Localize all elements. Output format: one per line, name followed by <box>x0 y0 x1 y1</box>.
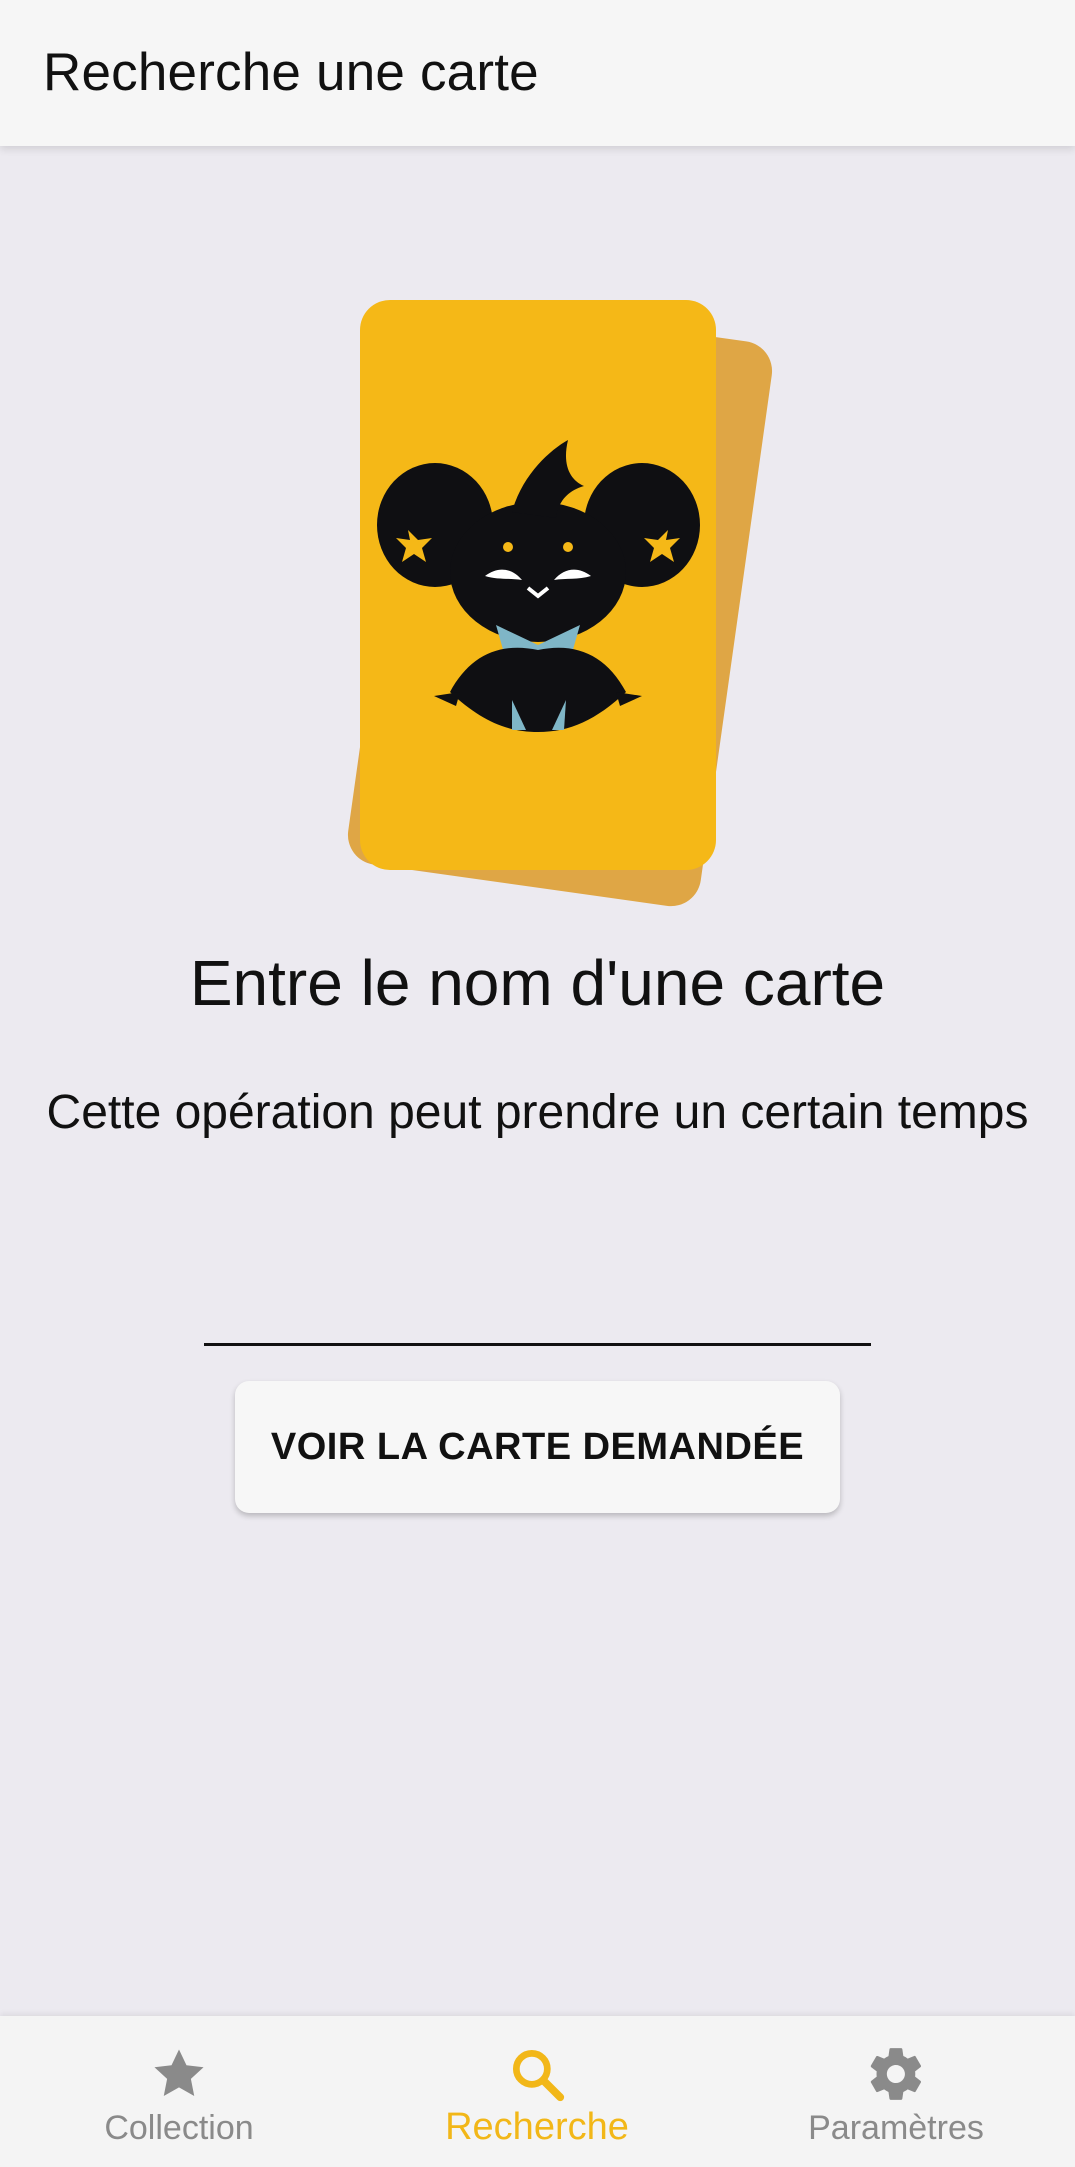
bottom-navigation: Collection Recherche Paramètres <box>0 2016 1075 2167</box>
show-card-button[interactable]: VOIR LA CARTE DEMANDÉE <box>235 1381 840 1513</box>
page-title: Recherche une carte <box>43 43 539 102</box>
nav-item-recherche[interactable]: Recherche <box>358 2016 716 2167</box>
nav-label-recherche: Recherche <box>445 2106 629 2148</box>
card-stack-icon <box>347 300 773 907</box>
card-mascot-illustration <box>300 300 780 920</box>
star-icon <box>148 2043 210 2105</box>
nav-item-parametres[interactable]: Paramètres <box>717 2016 1075 2167</box>
app-bar: Recherche une carte <box>0 0 1075 146</box>
search-icon <box>506 2043 568 2105</box>
search-screen: Entre le nom d'une carte Cette opération… <box>0 146 1075 2016</box>
nav-label-parametres: Paramètres <box>808 2109 984 2147</box>
nav-item-collection[interactable]: Collection <box>0 2016 358 2167</box>
nav-label-collection: Collection <box>104 2109 254 2147</box>
search-heading: Entre le nom d'une carte <box>189 947 886 1019</box>
search-hint-text: Cette opération peut prendre un certain … <box>46 1086 1029 1139</box>
card-name-input[interactable] <box>204 1276 871 1346</box>
gear-icon <box>865 2043 927 2105</box>
